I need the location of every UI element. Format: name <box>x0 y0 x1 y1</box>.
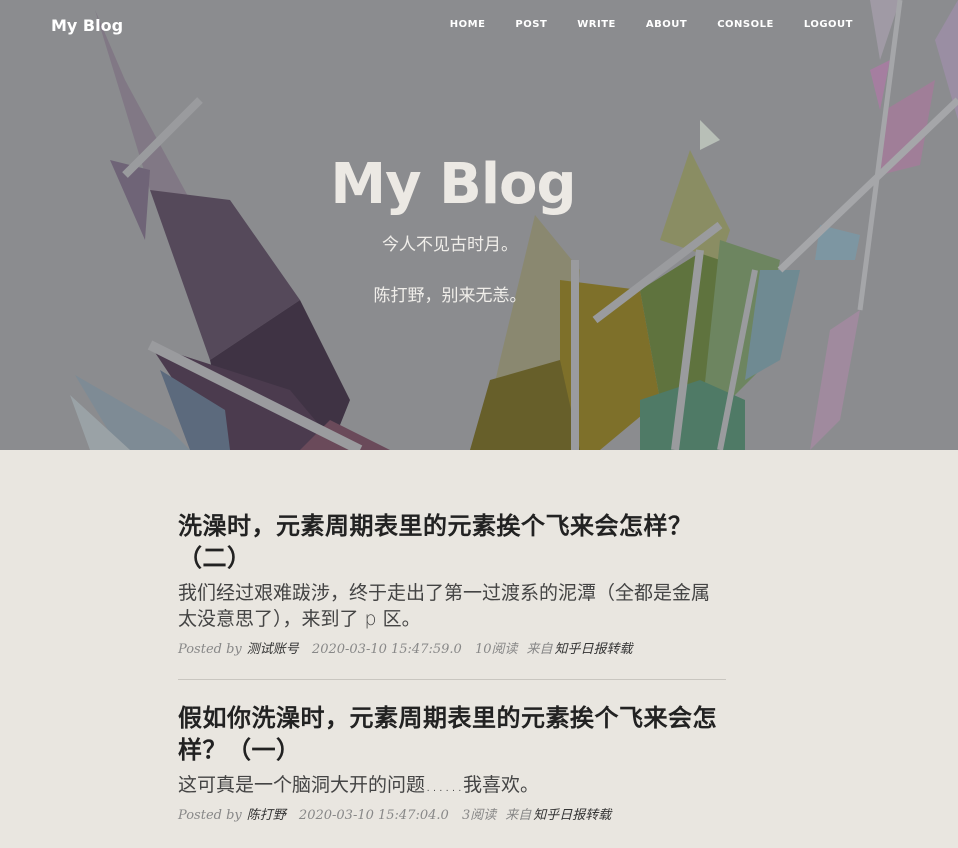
post-datetime: 2020-03-10 15:47:04.0 <box>298 808 449 823</box>
nav-about-link[interactable]: ABOUT <box>646 19 687 30</box>
brand-logo-link[interactable]: My Blog <box>51 16 123 35</box>
posted-by-label: Posted by <box>178 808 242 823</box>
nav-links: HOME POST WRITE ABOUT CONSOLE LOGOUT <box>420 19 853 30</box>
posted-by-label: Posted by <box>178 642 242 657</box>
nav-home-link[interactable]: HOME <box>450 19 486 30</box>
post-list: 洗澡时，元素周期表里的元素挨个飞来会怎样？（二） 我们经过艰难跋涉，终于走出了第… <box>178 510 726 845</box>
post-source-label: 来自 <box>526 642 553 657</box>
post-read-count: 10阅读 <box>474 642 518 657</box>
post-title-link[interactable]: 假如你洗澡时，元素周期表里的元素挨个飞来会怎样？（一） <box>178 702 726 766</box>
hero-background-art <box>70 0 958 450</box>
post-preview: 假如你洗澡时，元素周期表里的元素挨个飞来会怎样？（一） 这可真是一个脑洞大开的问… <box>178 679 726 845</box>
hero-title: My Blog <box>330 152 576 217</box>
post-source: 知乎日报转载 <box>533 808 612 823</box>
top-navbar: My Blog HOME POST WRITE ABOUT CONSOLE LO… <box>0 0 958 52</box>
post-read-count: 3阅读 <box>461 808 497 823</box>
hero-subtitle-line1: 今人不见古时月。 <box>382 235 518 255</box>
nav-console-link[interactable]: CONSOLE <box>717 19 774 30</box>
post-datetime: 2020-03-10 15:47:59.0 <box>311 642 462 657</box>
post-excerpt[interactable]: 这可真是一个脑洞大开的问题……我喜欢。 <box>178 772 726 798</box>
nav-write-link[interactable]: WRITE <box>577 19 616 30</box>
nav-logout-link[interactable]: LOGOUT <box>804 19 853 30</box>
nav-post-link[interactable]: POST <box>515 19 547 30</box>
post-meta: Posted by 陈打野 2020-03-10 15:47:04.0 3阅读 来自… <box>178 804 726 823</box>
hero-header: My Blog HOME POST WRITE ABOUT CONSOLE LO… <box>0 0 958 450</box>
post-meta: Posted by 测试账号 2020-03-10 15:47:59.0 10阅读… <box>178 638 726 657</box>
post-author: 陈打野 <box>246 808 286 823</box>
post-source: 知乎日报转载 <box>554 642 633 657</box>
post-title-link[interactable]: 洗澡时，元素周期表里的元素挨个飞来会怎样？（二） <box>178 510 726 574</box>
post-excerpt[interactable]: 我们经过艰难跋涉，终于走出了第一过渡系的泥潭（全都是金属太没意思了），来到了 p… <box>178 580 726 632</box>
post-author: 测试账号 <box>246 642 299 657</box>
post-preview: 洗澡时，元素周期表里的元素挨个飞来会怎样？（二） 我们经过艰难跋涉，终于走出了第… <box>178 510 726 679</box>
post-source-label: 来自 <box>505 808 532 823</box>
hero-subtitle-line2: 陈打野，别来无恙。 <box>373 286 527 306</box>
